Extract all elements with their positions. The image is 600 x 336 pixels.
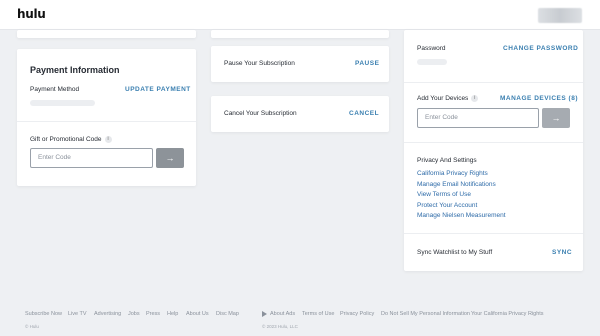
footer-link-do-not-sell[interactable]: Do Not Sell My Personal Information xyxy=(381,311,470,317)
info-icon[interactable]: i xyxy=(104,136,112,143)
footer-link-about-us[interactable]: About Us xyxy=(186,311,209,317)
password-divider xyxy=(404,82,583,83)
profile-avatar[interactable] xyxy=(538,8,582,23)
pause-subscription-label: Pause Your Subscription xyxy=(224,60,295,67)
sync-watchlist-label: Sync Watchlist to My Stuff xyxy=(417,249,493,256)
payment-card: Payment Information Payment Method UPDAT… xyxy=(17,49,196,186)
payment-divider xyxy=(17,121,196,122)
footer-link-disc-map[interactable]: Disc Map xyxy=(216,311,239,317)
account-settings-card: Password CHANGE PASSWORD Add Your Device… xyxy=(404,30,583,271)
devices-divider xyxy=(404,142,583,143)
footer-link-about-ads[interactable]: About Ads xyxy=(270,311,295,317)
link-manage-nielsen-measurement[interactable]: Manage Nielsen Measurement xyxy=(417,212,506,219)
cancel-subscription-card: Cancel Your Subscription CANCEL xyxy=(211,96,389,132)
cancel-subscription-label: Cancel Your Subscription xyxy=(224,110,297,117)
payment-title: Payment Information xyxy=(30,65,120,75)
change-password-button[interactable]: CHANGE PASSWORD xyxy=(503,45,578,52)
device-code-input[interactable]: Enter Code xyxy=(417,108,539,128)
arrow-right-icon: → xyxy=(551,113,561,123)
footer-link-advertising[interactable]: Advertising xyxy=(94,311,121,317)
privacy-title: Privacy And Settings xyxy=(417,157,477,164)
pause-button[interactable]: PAUSE xyxy=(355,60,379,67)
footer-link-jobs[interactable]: Jobs xyxy=(128,311,140,317)
gift-code-label: Gift or Promotional Code i xyxy=(30,136,112,143)
left-top-card xyxy=(17,30,196,38)
gift-code-submit-button[interactable]: → xyxy=(156,148,184,168)
top-navigation-bar: hulu xyxy=(0,0,600,30)
play-icon xyxy=(262,311,267,317)
link-protect-your-account[interactable]: Protect Your Account xyxy=(417,202,477,209)
manage-devices-button[interactable]: MANAGE DEVICES (8) xyxy=(500,95,578,102)
footer-link-terms-of-use[interactable]: Terms of Use xyxy=(302,311,334,317)
footer-link-subscribe-now[interactable]: Subscribe Now xyxy=(25,311,62,317)
footer: Subscribe Now Live TV Advertising Jobs P… xyxy=(0,305,600,336)
footer-link-california-privacy-rights[interactable]: Your California Privacy Rights xyxy=(471,311,544,317)
update-payment-button[interactable]: UPDATE PAYMENT xyxy=(125,86,191,93)
gift-code-text: Gift or Promotional Code xyxy=(30,136,102,144)
middle-top-card xyxy=(211,30,389,38)
password-label: Password xyxy=(417,45,446,52)
password-value xyxy=(417,59,447,65)
add-devices-text: Add Your Devices xyxy=(417,95,469,103)
footer-sub-right: © 2023 Hulu, LLC xyxy=(262,324,298,329)
device-code-submit-button[interactable]: → xyxy=(542,108,570,128)
privacy-divider xyxy=(404,233,583,234)
gift-code-input[interactable]: Enter Code xyxy=(30,148,153,168)
footer-link-help[interactable]: Help xyxy=(167,311,178,317)
link-california-privacy-rights[interactable]: California Privacy Rights xyxy=(417,170,488,177)
payment-method-value xyxy=(30,100,95,106)
link-manage-email-notifications[interactable]: Manage Email Notifications xyxy=(417,181,496,188)
footer-link-privacy-policy[interactable]: Privacy Policy xyxy=(340,311,374,317)
pause-subscription-card: Pause Your Subscription PAUSE xyxy=(211,46,389,82)
footer-copyright: © Hulu xyxy=(25,324,39,329)
arrow-right-icon: → xyxy=(165,153,175,163)
info-icon[interactable]: i xyxy=(471,95,479,102)
sync-button[interactable]: SYNC xyxy=(552,249,572,256)
footer-link-press[interactable]: Press xyxy=(146,311,160,317)
cancel-button[interactable]: CANCEL xyxy=(349,110,379,117)
hulu-logo[interactable]: hulu xyxy=(17,7,46,21)
payment-method-label: Payment Method xyxy=(30,86,80,93)
link-view-terms-of-use[interactable]: View Terms of Use xyxy=(417,191,471,198)
footer-link-live-tv[interactable]: Live TV xyxy=(68,311,87,317)
add-devices-label: Add Your Devices i xyxy=(417,95,479,103)
